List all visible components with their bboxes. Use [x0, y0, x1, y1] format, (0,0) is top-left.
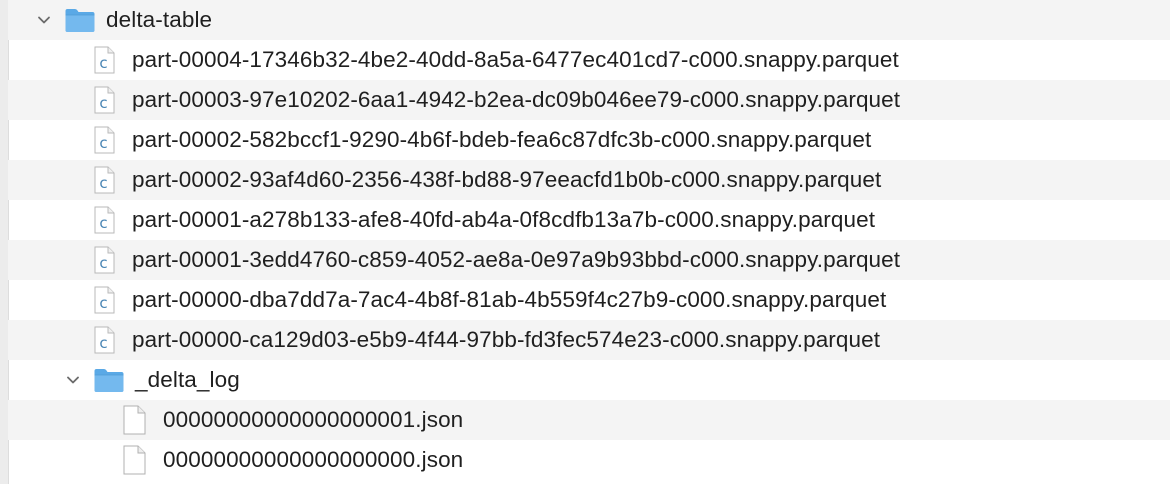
- svg-text:c: c: [99, 174, 107, 192]
- file-name: part-00001-a278b133-afe8-40fd-ab4a-0f8cd…: [132, 207, 876, 232]
- c-source-file-icon: c: [92, 205, 116, 235]
- tree-row-file[interactable]: c part-00002-93af4d60-2356-438f-bd88-97e…: [8, 160, 1170, 200]
- c-source-file-icon: c: [92, 165, 116, 195]
- tree-row-file[interactable]: c part-00001-a278b133-afe8-40fd-ab4a-0f8…: [8, 200, 1170, 240]
- folder-icon: [64, 6, 96, 34]
- file-name: part-00004-17346b32-4be2-40dd-8a5a-6477e…: [132, 47, 899, 72]
- tree-row-file[interactable]: c part-00000-ca129d03-e5b9-4f44-97bb-fd3…: [8, 320, 1170, 360]
- file-name: part-00003-97e10202-6aa1-4942-b2ea-dc09b…: [132, 87, 901, 112]
- folder-name: delta-table: [106, 7, 213, 32]
- file-name: part-00002-93af4d60-2356-438f-bd88-97eea…: [132, 167, 882, 192]
- file-name: 00000000000000000000.json: [163, 447, 464, 472]
- tree-row-file[interactable]: c part-00000-dba7dd7a-7ac4-4b8f-81ab-4b5…: [8, 280, 1170, 320]
- file-name: part-00000-dba7dd7a-7ac4-4b8f-81ab-4b559…: [132, 287, 887, 312]
- file-name: part-00000-ca129d03-e5b9-4f44-97bb-fd3fe…: [132, 327, 881, 352]
- tree-row-folder-delta-table[interactable]: delta-table: [8, 0, 1170, 40]
- folder-name: _delta_log: [135, 367, 240, 392]
- svg-text:c: c: [99, 94, 107, 112]
- svg-text:c: c: [99, 54, 107, 72]
- chevron-down-icon[interactable]: [36, 12, 52, 28]
- tree-row-file[interactable]: c part-00001-3edd4760-c859-4052-ae8a-0e9…: [8, 240, 1170, 280]
- tree-row-file[interactable]: c part-00004-17346b32-4be2-40dd-8a5a-647…: [8, 40, 1170, 80]
- tree-row-file[interactable]: c part-00003-97e10202-6aa1-4942-b2ea-dc0…: [8, 80, 1170, 120]
- document-icon: [121, 404, 147, 436]
- tree-row-file[interactable]: c part-00002-582bccf1-9290-4b6f-bdeb-fea…: [8, 120, 1170, 160]
- document-icon: [121, 444, 147, 476]
- c-source-file-icon: c: [92, 325, 116, 355]
- svg-text:c: c: [99, 214, 107, 232]
- chevron-down-icon[interactable]: [65, 372, 81, 388]
- file-name: part-00001-3edd4760-c859-4052-ae8a-0e97a…: [132, 247, 901, 272]
- tree-row-folder-delta-log[interactable]: _delta_log: [8, 360, 1170, 400]
- c-source-file-icon: c: [92, 45, 116, 75]
- folder-icon: [93, 366, 125, 394]
- c-source-file-icon: c: [92, 85, 116, 115]
- tree-row-file[interactable]: 00000000000000000000.json: [8, 440, 1170, 480]
- svg-text:c: c: [99, 334, 107, 352]
- file-name: 00000000000000000001.json: [163, 407, 464, 432]
- c-source-file-icon: c: [92, 285, 116, 315]
- file-tree: delta-table c part-00004-17346b32-4be2-4…: [0, 0, 1170, 484]
- svg-text:c: c: [99, 134, 107, 152]
- file-name: part-00002-582bccf1-9290-4b6f-bdeb-fea6c…: [132, 127, 872, 152]
- svg-text:c: c: [99, 254, 107, 272]
- c-source-file-icon: c: [92, 245, 116, 275]
- tree-row-file[interactable]: 00000000000000000001.json: [8, 400, 1170, 440]
- c-source-file-icon: c: [92, 125, 116, 155]
- svg-text:c: c: [99, 294, 107, 312]
